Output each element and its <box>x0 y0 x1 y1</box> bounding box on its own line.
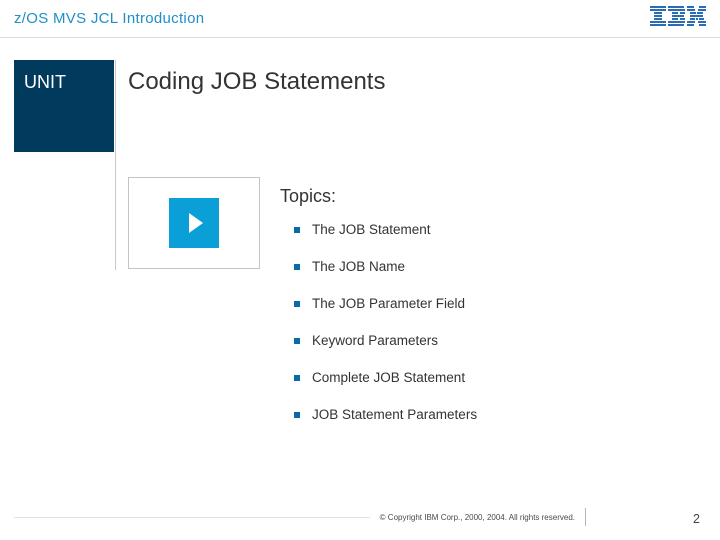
list-item-text: Complete JOB Statement <box>312 370 465 385</box>
list-item-text: JOB Statement Parameters <box>312 407 477 422</box>
vertical-divider <box>115 60 116 270</box>
list-item: Complete JOB Statement <box>294 370 477 385</box>
list-item: Keyword Parameters <box>294 333 477 348</box>
play-icon <box>169 198 219 248</box>
topics-list: The JOB Statement The JOB Name The JOB P… <box>294 222 477 444</box>
header-bar: z/OS MVS JCL Introduction <box>0 0 720 40</box>
bullet-icon <box>294 338 300 344</box>
topics-heading: Topics: <box>280 186 336 207</box>
footer-separator <box>585 508 586 526</box>
list-item-text: The JOB Name <box>312 259 405 274</box>
footer-rule <box>14 517 370 518</box>
bullet-icon <box>294 264 300 270</box>
unit-box: UNIT <box>14 60 114 152</box>
slide-title: Coding JOB Statements <box>128 68 385 96</box>
list-item: The JOB Name <box>294 259 477 274</box>
bullet-icon <box>294 412 300 418</box>
header-title: z/OS MVS JCL Introduction <box>14 10 204 27</box>
list-item: JOB Statement Parameters <box>294 407 477 422</box>
bullet-icon <box>294 227 300 233</box>
copyright-text: © Copyright IBM Corp., 2000, 2004. All r… <box>380 513 575 522</box>
list-item-text: Keyword Parameters <box>312 333 438 348</box>
play-box <box>128 177 260 269</box>
list-item: The JOB Statement <box>294 222 477 237</box>
list-item-text: The JOB Statement <box>312 222 431 237</box>
ibm-logo-icon <box>650 6 706 28</box>
triangle-icon <box>189 213 203 233</box>
page-number: 2 <box>693 512 700 526</box>
bullet-icon <box>294 375 300 381</box>
unit-label: UNIT <box>24 72 66 93</box>
list-item: The JOB Parameter Field <box>294 296 477 311</box>
header-rule <box>0 37 720 38</box>
bullet-icon <box>294 301 300 307</box>
footer: © Copyright IBM Corp., 2000, 2004. All r… <box>14 508 706 526</box>
slide: z/OS MVS JCL Introduction <box>0 0 720 540</box>
list-item-text: The JOB Parameter Field <box>312 296 465 311</box>
